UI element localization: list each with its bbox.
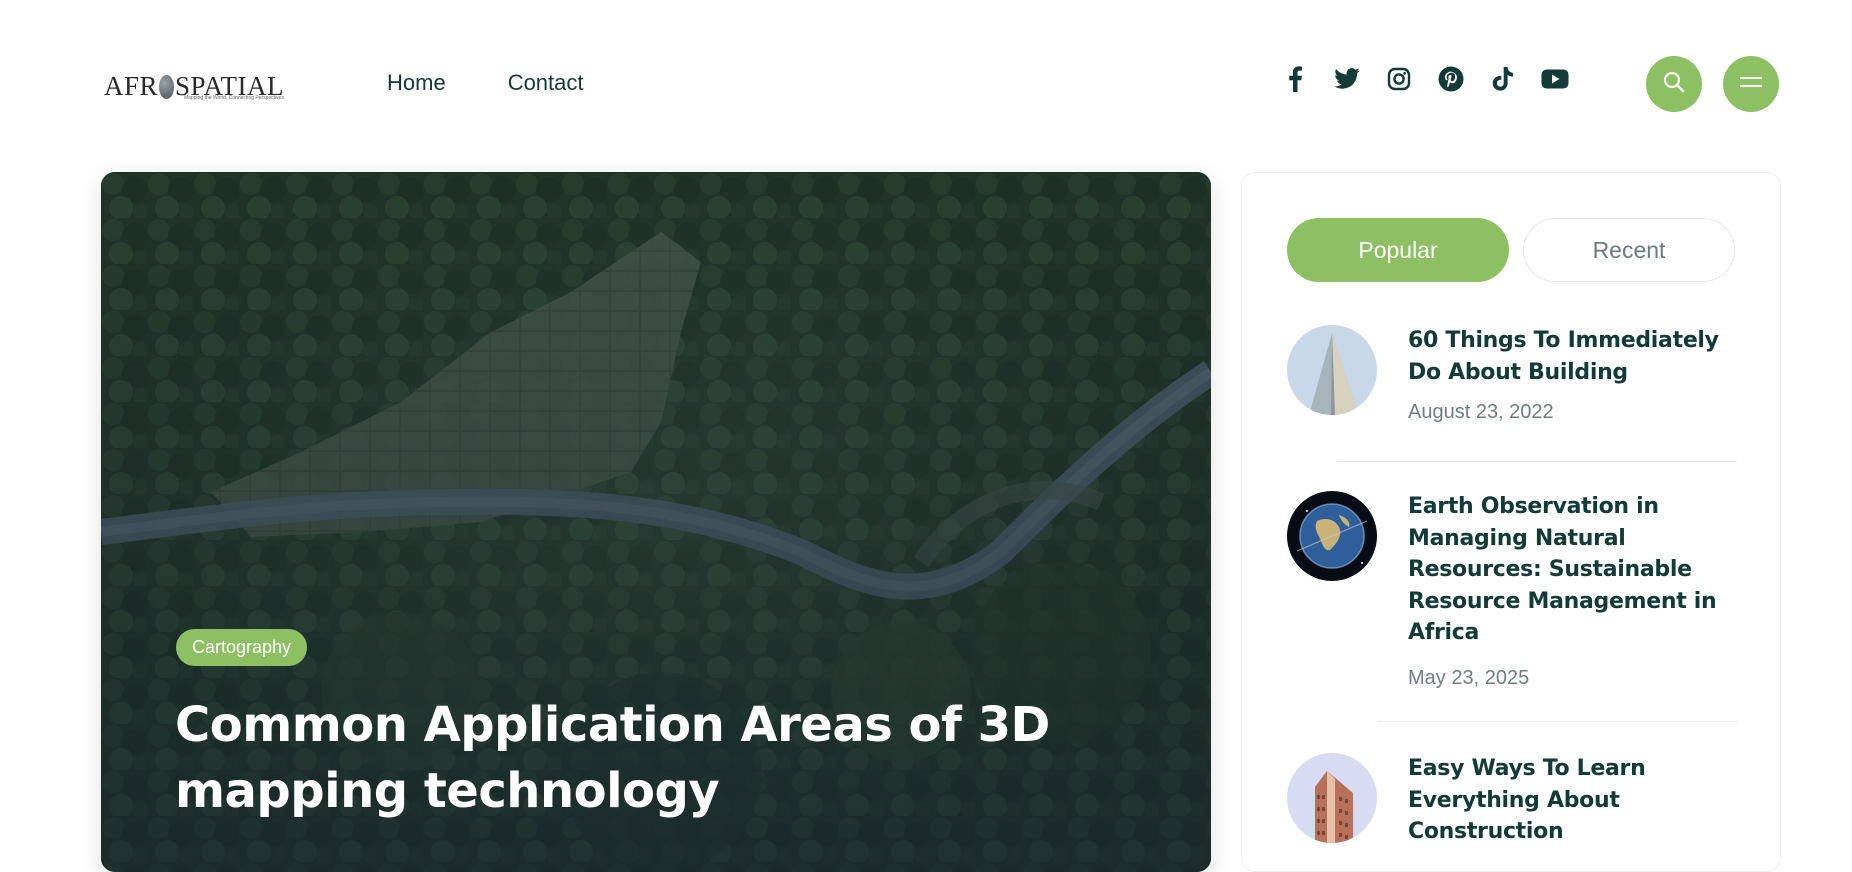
featured-post-card[interactable]: Cartography Common Application Areas of … bbox=[101, 172, 1211, 872]
twitter-icon[interactable] bbox=[1332, 64, 1362, 94]
hamburger-menu-icon bbox=[1739, 74, 1763, 95]
post-divider bbox=[1377, 721, 1737, 722]
category-badge[interactable]: Cartography bbox=[176, 629, 308, 666]
tiktok-icon[interactable] bbox=[1488, 64, 1518, 94]
pinterest-icon[interactable] bbox=[1436, 64, 1466, 94]
earth-globe-image bbox=[1287, 491, 1377, 581]
main-nav: Home Contact bbox=[387, 70, 584, 96]
search-icon bbox=[1662, 70, 1686, 99]
facebook-icon[interactable] bbox=[1280, 64, 1310, 94]
post-title[interactable]: Earth Observation in Managing Natural Re… bbox=[1408, 491, 1728, 649]
post-divider bbox=[1337, 461, 1737, 462]
skyscraper-image bbox=[1287, 325, 1377, 415]
globe-logo-icon bbox=[159, 75, 174, 99]
post-date: May 23, 2025 bbox=[1408, 667, 1530, 689]
instagram-icon[interactable] bbox=[1384, 64, 1414, 94]
post-title[interactable]: 60 Things To Immediately Do About Buildi… bbox=[1408, 325, 1728, 388]
post-tabs: Popular Recent bbox=[1287, 218, 1735, 282]
youtube-icon[interactable] bbox=[1540, 64, 1570, 94]
social-links bbox=[1280, 64, 1570, 94]
tab-popular[interactable]: Popular bbox=[1287, 218, 1509, 282]
tab-recent[interactable]: Recent bbox=[1523, 218, 1735, 282]
featured-post-title[interactable]: Common Application Areas of 3D mapping t… bbox=[175, 692, 1075, 824]
site-header: AFR SPATIAL Mapping the World, Connectin… bbox=[0, 0, 1852, 170]
search-button[interactable] bbox=[1646, 56, 1702, 112]
menu-button[interactable] bbox=[1723, 56, 1779, 112]
site-logo[interactable]: AFR SPATIAL Mapping the World, Connectin… bbox=[104, 68, 284, 104]
post-thumbnail[interactable] bbox=[1287, 325, 1377, 415]
logo-tagline: Mapping the World, Connecting Perspectiv… bbox=[184, 95, 284, 101]
logo-text-left: AFR bbox=[104, 70, 159, 101]
nav-home-link[interactable]: Home bbox=[387, 70, 446, 96]
sidebar-widget: Popular Recent 60 Things To Immediately … bbox=[1241, 172, 1781, 872]
post-title[interactable]: Easy Ways To Learn Everything About Cons… bbox=[1408, 753, 1728, 848]
post-thumbnail[interactable] bbox=[1287, 753, 1377, 843]
flatiron-building-image bbox=[1287, 753, 1377, 843]
post-date: August 23, 2022 bbox=[1408, 401, 1554, 423]
post-thumbnail[interactable] bbox=[1287, 491, 1377, 581]
nav-contact-link[interactable]: Contact bbox=[508, 70, 584, 96]
